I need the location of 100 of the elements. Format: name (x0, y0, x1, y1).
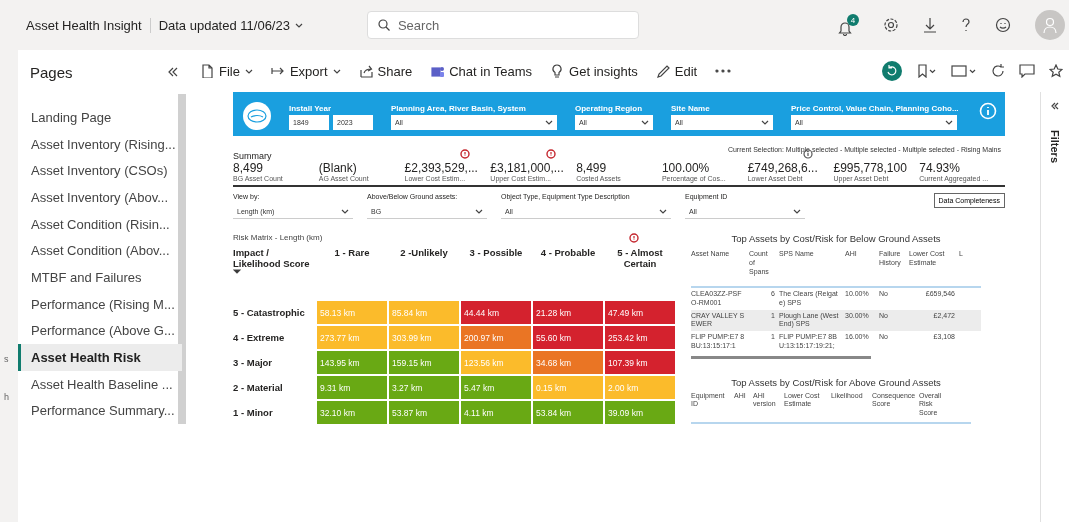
column-header: Impact / Likelihood Score (233, 247, 311, 269)
kpi-value: (Blank) (318, 161, 358, 175)
teams-icon (430, 64, 445, 78)
table-title: Top Assets by Cost/Risk for Below Ground Assets (730, 233, 942, 244)
settings-icon[interactable] (883, 17, 899, 33)
warning-icon (546, 149, 557, 159)
kpi-value: 8,499 (576, 161, 608, 175)
chevron-down-icon (341, 207, 349, 215)
row-header: 1 - Minor (233, 406, 274, 420)
row-header: 3 - Major (233, 356, 274, 370)
info-icon[interactable] (979, 102, 997, 120)
section-title: Summary (233, 151, 272, 161)
page-item[interactable]: Asset Inventory (Abov... (18, 184, 182, 211)
toolbar-button[interactable]: Edit (655, 63, 698, 79)
toolbar-button[interactable]: Export (270, 63, 341, 79)
person-icon (1042, 16, 1058, 34)
column-header: 3 - Possible (468, 247, 524, 260)
kpi-value: 8,499 (233, 161, 265, 175)
toolbar-button[interactable]: Get insights (550, 63, 638, 79)
chevron-down-icon (641, 119, 649, 126)
matrix-cell[interactable]: 55.60 km (533, 326, 603, 349)
panel-title: Pages (30, 63, 73, 81)
matrix-cell[interactable]: 44.44 km (461, 301, 531, 324)
collapse-icon[interactable] (1051, 102, 1059, 110)
sort-down-icon[interactable] (233, 269, 241, 274)
search-field[interactable]: Search (366, 11, 639, 39)
chevron-down-icon (761, 119, 769, 126)
chevron-down-icon (659, 207, 667, 215)
chevron-down-icon (945, 119, 953, 126)
help-icon[interactable] (961, 17, 971, 33)
download-icon[interactable] (923, 17, 937, 33)
table-title: Top Assets by Cost/Risk for Above Ground Assets (730, 376, 942, 388)
pencil-icon (655, 64, 670, 78)
filter-label: Price Control, Value Chain, Planning Coho... (791, 104, 959, 113)
pane-title[interactable]: Filters (1049, 130, 1061, 163)
document-icon (200, 64, 214, 78)
text-fragment: s (4, 354, 9, 364)
collapse-icon[interactable] (168, 67, 178, 77)
filter-label: Planning Area, River Basin, System (391, 104, 527, 113)
column-header: 1 - Rare (333, 247, 371, 260)
toolbar-button[interactable]: Share (358, 63, 413, 79)
warning-icon (460, 149, 471, 159)
text-fragment: h (4, 392, 9, 402)
chevron-down-icon (475, 207, 483, 215)
toolbar-button[interactable]: File (200, 63, 253, 79)
smiley-icon[interactable] (995, 17, 1011, 33)
bell-icon (837, 20, 853, 36)
notification-badge: 4 (847, 14, 859, 26)
refresh-icon[interactable] (991, 64, 1005, 78)
toolbar-button[interactable]: Chat in Teams (430, 63, 533, 79)
filter-label: Install Year (289, 104, 333, 113)
star-icon[interactable] (1049, 64, 1063, 78)
kpi-value: £2,393,529,... (404, 161, 479, 175)
page-item[interactable]: Asset Inventory (CSOs) (18, 157, 182, 184)
kpi-value: 100.00% (661, 161, 711, 175)
share-icon (358, 64, 373, 78)
page-item[interactable]: Asset Health Baseline ... (18, 370, 182, 398)
page-item[interactable]: Asset Condition (Abov... (18, 237, 182, 265)
matrix-cell[interactable]: 253.42 km (605, 326, 675, 349)
filter-label: Operating Region (575, 104, 644, 113)
warning-icon (629, 233, 639, 243)
chevron-down-icon (545, 119, 553, 126)
search-icon (377, 19, 390, 31)
page-item[interactable]: MTBF and Failures (18, 264, 182, 291)
column-header: 4 - Probable (539, 247, 597, 260)
page-item[interactable]: Asset Health Risk (18, 344, 182, 371)
chevron-down-icon (793, 207, 801, 215)
reset-icon[interactable] (881, 60, 903, 82)
comment-icon[interactable] (1019, 64, 1035, 78)
kpi-value: £749,268,6... (747, 161, 819, 175)
column-header: 2 -Unlikely (399, 247, 449, 260)
scrollbar[interactable] (691, 355, 871, 359)
matrix-cell[interactable]: 107.39 km (605, 351, 675, 374)
kpi-value: £3,181,000,... (490, 161, 565, 175)
page-item[interactable]: Performance (Above G... (18, 317, 182, 345)
kpi-value: 74.93% (919, 161, 961, 175)
chevron-down-icon (332, 67, 341, 75)
lightbulb-icon (550, 64, 565, 78)
more-icon[interactable] (715, 69, 732, 73)
notifications-button[interactable]: 4 (837, 14, 859, 36)
row-header: 5 - Catastrophic (233, 306, 306, 320)
app-title: Asset Health Insight (26, 17, 151, 33)
matrix-cell[interactable]: 47.49 km (605, 301, 675, 324)
bookmark-icon[interactable] (917, 64, 937, 78)
page-item[interactable]: Asset Inventory (Rising... (18, 130, 182, 158)
column-header: 5 - Almost Certain (616, 247, 664, 271)
kpi-value: £995,778,100 (833, 161, 908, 175)
droplet-logo-icon (247, 109, 267, 123)
chevron-down-icon (244, 67, 253, 75)
view-icon[interactable] (951, 64, 977, 78)
matrix-cell[interactable]: 21.28 km (533, 301, 603, 324)
page-item[interactable]: Asset Condition (Risin... (18, 210, 182, 238)
chart-title: Risk Matrix - Length (km) (233, 233, 323, 243)
page-item[interactable]: Performance (Rising M... (18, 290, 182, 318)
row-header: 4 - Extreme (233, 331, 286, 345)
page-item[interactable]: Performance Summary... (18, 397, 182, 425)
filter-label: Site Name (671, 104, 711, 113)
chevron-down-icon (294, 21, 303, 29)
data-updated-dropdown[interactable]: Data updated 11/06/23 (158, 17, 303, 33)
page-item[interactable]: Landing Page (18, 104, 182, 131)
